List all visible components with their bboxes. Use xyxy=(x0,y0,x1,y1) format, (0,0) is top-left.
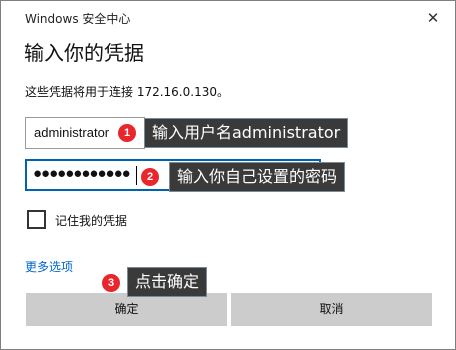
ok-button[interactable]: 确定 xyxy=(26,293,227,326)
dialog-heading: 输入你的凭据 xyxy=(24,41,144,65)
dialog-description: 这些凭据将用于连接 172.16.0.130。 xyxy=(25,85,229,99)
remember-label[interactable]: 记住我的凭据 xyxy=(55,212,127,229)
tip-step-3: 点击确定 xyxy=(127,267,208,297)
step-badge-2: 2 xyxy=(141,168,159,186)
remember-checkbox[interactable] xyxy=(27,210,46,229)
text-caret xyxy=(136,166,137,185)
cancel-button[interactable]: 取消 xyxy=(231,293,432,326)
step-badge-3: 3 xyxy=(102,274,120,292)
password-value: ●●●●●●●●●●●● xyxy=(33,165,131,182)
tip-step-2: 输入你自己设置的密码 xyxy=(169,162,346,192)
window-title: Windows 安全中心 xyxy=(25,12,131,26)
username-value: administrator xyxy=(34,125,110,140)
credential-dialog: Windows 安全中心 ✕ 输入你的凭据 这些凭据将用于连接 172.16.0… xyxy=(0,0,456,350)
tip-step-1: 输入用户名administrator xyxy=(144,118,349,148)
close-icon[interactable]: ✕ xyxy=(423,7,443,29)
step-badge-1: 1 xyxy=(118,124,136,142)
title-bar: Windows 安全中心 ✕ xyxy=(1,1,455,35)
more-options-link[interactable]: 更多选项 xyxy=(25,258,73,275)
